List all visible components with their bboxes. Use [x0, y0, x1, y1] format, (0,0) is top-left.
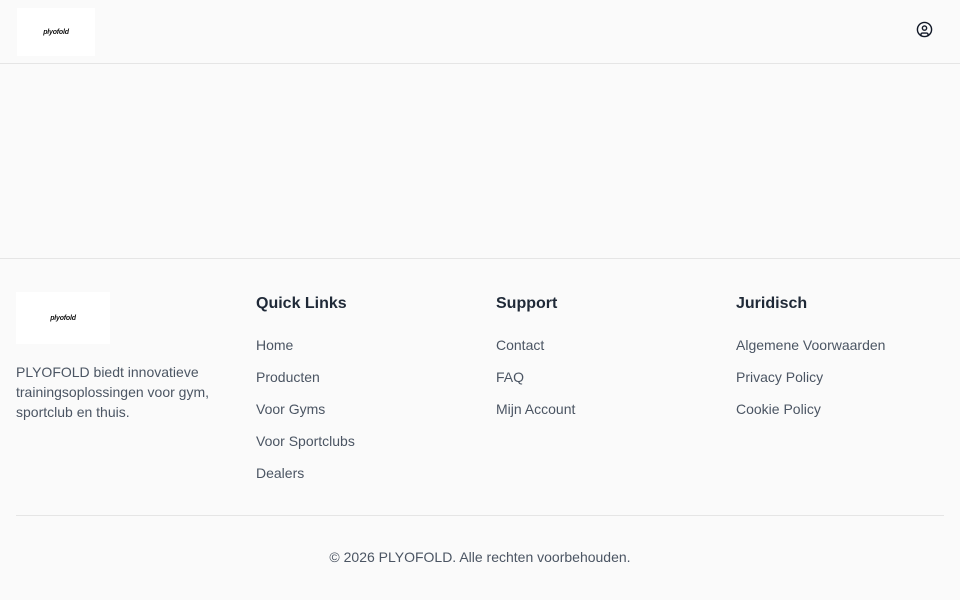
site-header: plyofold [0, 0, 960, 64]
footer-link-dealers[interactable]: Dealers [256, 463, 486, 495]
logo[interactable]: plyofold [17, 8, 95, 56]
footer-link-home[interactable]: Home [256, 335, 486, 367]
footer-brand: plyofold PLYOFOLD biedt innovatieve trai… [16, 292, 246, 422]
quick-links-heading: Quick Links [256, 295, 347, 312]
support-links-list: Contact FAQ Mijn Account [496, 335, 726, 431]
footer-link-algemene-voorwaarden[interactable]: Algemene Voorwaarden [736, 335, 960, 367]
support-heading: Support [496, 295, 558, 312]
account-button[interactable] [914, 21, 934, 43]
footer-support: Support Contact FAQ Mijn Account [496, 293, 726, 431]
footer-logo-text: plyofold [50, 314, 76, 322]
footer-description: PLYOFOLD biedt innovatieve trainingsoplo… [16, 364, 209, 420]
user-circle-icon [916, 21, 933, 43]
footer-logo[interactable]: plyofold [16, 292, 110, 344]
footer-divider [16, 515, 944, 516]
logo-text: plyofold [43, 28, 69, 36]
footer-link-faq[interactable]: FAQ [496, 367, 726, 399]
copyright-text: © 2026 PLYOFOLD. Alle rechten voorbehoud… [329, 549, 631, 565]
footer-link-mijn-account[interactable]: Mijn Account [496, 399, 726, 431]
legal-links-list: Algemene Voorwaarden Privacy Policy Cook… [736, 335, 960, 431]
footer-link-producten[interactable]: Producten [256, 367, 486, 399]
footer-link-contact[interactable]: Contact [496, 335, 726, 367]
footer-link-voor-sportclubs[interactable]: Voor Sportclubs [256, 431, 486, 463]
footer-legal: Juridisch Algemene Voorwaarden Privacy P… [736, 293, 960, 431]
site-footer: plyofold PLYOFOLD biedt innovatieve trai… [0, 258, 960, 600]
footer-quick-links: Quick Links Home Producten Voor Gyms Voo… [256, 293, 486, 495]
main-content [0, 64, 960, 258]
legal-heading: Juridisch [736, 295, 808, 312]
footer-link-cookie-policy[interactable]: Cookie Policy [736, 399, 960, 431]
footer-link-privacy-policy[interactable]: Privacy Policy [736, 367, 960, 399]
quick-links-list: Home Producten Voor Gyms Voor Sportclubs… [256, 335, 486, 495]
footer-link-voor-gyms[interactable]: Voor Gyms [256, 399, 486, 431]
